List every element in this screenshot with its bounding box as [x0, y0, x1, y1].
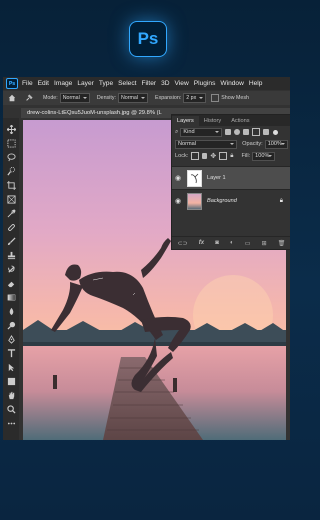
- filter-adjustment-icon[interactable]: [234, 129, 241, 135]
- blend-row: Normal Opacity: 100%: [172, 138, 290, 150]
- menu-select[interactable]: Select: [118, 80, 136, 87]
- layer-row-layer-1[interactable]: ◉ Layer 1: [172, 166, 290, 189]
- mode-select[interactable]: Normal: [59, 93, 90, 103]
- expansion-label: Expansion:: [155, 95, 182, 101]
- menu-edit[interactable]: Edit: [38, 80, 49, 87]
- quick-select-tool-icon[interactable]: [6, 166, 16, 176]
- pen-tool-icon[interactable]: [6, 334, 16, 344]
- lock-all-icon[interactable]: 🔒︎: [230, 153, 233, 160]
- photoshop-logo: Ps: [129, 21, 167, 57]
- zoom-tool-icon[interactable]: [6, 404, 16, 414]
- blur-tool-icon[interactable]: [6, 306, 16, 316]
- tab-layers[interactable]: Layers: [172, 116, 199, 126]
- shape-tool-icon[interactable]: [6, 376, 16, 386]
- lock-label: Lock:: [175, 153, 189, 159]
- more-tools-icon[interactable]: [6, 418, 16, 428]
- menu-help[interactable]: Help: [249, 80, 263, 87]
- show-mesh-label: Show Mesh: [221, 95, 249, 101]
- tab-actions[interactable]: Actions: [226, 116, 254, 126]
- menu-image[interactable]: Image: [54, 80, 72, 87]
- fill-input[interactable]: 100%: [252, 151, 276, 161]
- density-label: Density:: [96, 95, 116, 101]
- visibility-eye-icon[interactable]: ◉: [172, 174, 184, 182]
- type-tool-icon[interactable]: [6, 348, 16, 358]
- lasso-tool-icon[interactable]: [6, 152, 16, 162]
- ps-app-icon[interactable]: Ps: [6, 78, 18, 89]
- mode-label: Mode:: [43, 95, 58, 101]
- filter-toggle-icon[interactable]: [273, 129, 279, 135]
- mask-icon[interactable]: ◙: [215, 240, 219, 246]
- photoshop-window: Ps File Edit Image Layer Type Select Fil…: [3, 77, 290, 440]
- layer-thumbnail: [187, 192, 202, 210]
- lock-row: Lock: ✥ 🔒︎ Fill: 100%: [172, 150, 290, 162]
- group-icon[interactable]: ▭: [245, 240, 251, 247]
- stamp-tool-icon[interactable]: [6, 250, 16, 260]
- menu-type[interactable]: Type: [99, 80, 113, 87]
- eraser-tool-icon[interactable]: [6, 278, 16, 288]
- trash-icon[interactable]: 🗑︎: [278, 240, 286, 247]
- brush-tool-icon[interactable]: [6, 236, 16, 246]
- kind-filter-select[interactable]: Kind: [180, 127, 223, 137]
- crop-tool-icon[interactable]: [6, 180, 16, 190]
- opacity-input[interactable]: 100%: [264, 139, 288, 149]
- lock-transparent-icon[interactable]: [191, 152, 200, 160]
- search-icon: ⌕: [175, 128, 179, 135]
- layer-name[interactable]: Background: [207, 198, 237, 204]
- home-icon[interactable]: [7, 94, 16, 103]
- link-icon[interactable]: ⊂⊃: [178, 240, 188, 247]
- lock-position-icon[interactable]: ✥: [210, 152, 216, 160]
- tab-history[interactable]: History: [199, 116, 226, 126]
- menu-window[interactable]: Window: [220, 80, 243, 87]
- layers-panel-footer: ⊂⊃ fx ◙ ◐ ▭ ⊞ 🗑︎: [172, 236, 290, 249]
- filter-smart-object-icon[interactable]: [263, 129, 270, 135]
- dodge-tool-icon[interactable]: [6, 320, 16, 330]
- move-tool-icon[interactable]: [6, 124, 16, 134]
- visibility-eye-icon[interactable]: ◉: [172, 197, 184, 205]
- marquee-tool-icon[interactable]: [6, 138, 16, 148]
- menu-filter[interactable]: Filter: [141, 80, 156, 87]
- panel-tabs: Layers History Actions: [172, 115, 290, 126]
- layer-name[interactable]: Layer 1: [207, 175, 226, 181]
- fill-label: Fill:: [241, 153, 251, 159]
- layer-thumbnail: [187, 169, 202, 187]
- path-select-tool-icon[interactable]: [6, 362, 16, 372]
- density-select[interactable]: Normal: [117, 93, 149, 103]
- history-brush-tool-icon[interactable]: [6, 264, 16, 274]
- expansion-select[interactable]: 2 px: [183, 93, 207, 103]
- tools-panel: [3, 118, 19, 440]
- menu-layer[interactable]: Layer: [77, 80, 94, 87]
- opacity-label: Opacity:: [242, 141, 263, 147]
- menu-3d[interactable]: 3D: [161, 80, 169, 87]
- show-mesh-checkbox[interactable]: [211, 94, 220, 102]
- layer-row-background[interactable]: ◉ Background 🔒︎: [172, 189, 290, 212]
- blend-mode-select[interactable]: Normal: [175, 139, 238, 149]
- filter-type-icon[interactable]: [243, 129, 250, 135]
- menu-view[interactable]: View: [175, 80, 189, 87]
- filter-shape-icon[interactable]: [252, 128, 261, 136]
- fx-icon[interactable]: fx: [199, 240, 204, 246]
- pin-tool-icon[interactable]: [24, 94, 33, 103]
- gradient-tool-icon[interactable]: [6, 292, 16, 302]
- eyedropper-tool-icon[interactable]: [6, 208, 16, 218]
- filter-row: ⌕ Kind: [172, 126, 290, 138]
- layer-lock-icon: 🔒︎: [279, 197, 283, 204]
- frame-tool-icon[interactable]: [6, 194, 16, 204]
- menu-bar: Ps File Edit Image Layer Type Select Fil…: [3, 77, 290, 90]
- new-layer-icon[interactable]: ⊞: [262, 240, 267, 247]
- lock-pixels-icon[interactable]: [202, 153, 208, 159]
- adjustment-icon[interactable]: ◐: [230, 240, 234, 246]
- layers-panel: Layers History Actions ⌕ Kind Normal Opa…: [171, 114, 290, 250]
- menu-plugins[interactable]: Plugins: [194, 80, 216, 87]
- hand-tool-icon[interactable]: [6, 390, 16, 400]
- menu-file[interactable]: File: [22, 80, 33, 87]
- filter-pixel-icon[interactable]: [225, 129, 232, 135]
- healing-brush-tool-icon[interactable]: [6, 222, 16, 232]
- options-bar: Mode: Normal Density: Normal Expansion: …: [3, 91, 290, 105]
- lock-artboard-icon[interactable]: [219, 152, 228, 160]
